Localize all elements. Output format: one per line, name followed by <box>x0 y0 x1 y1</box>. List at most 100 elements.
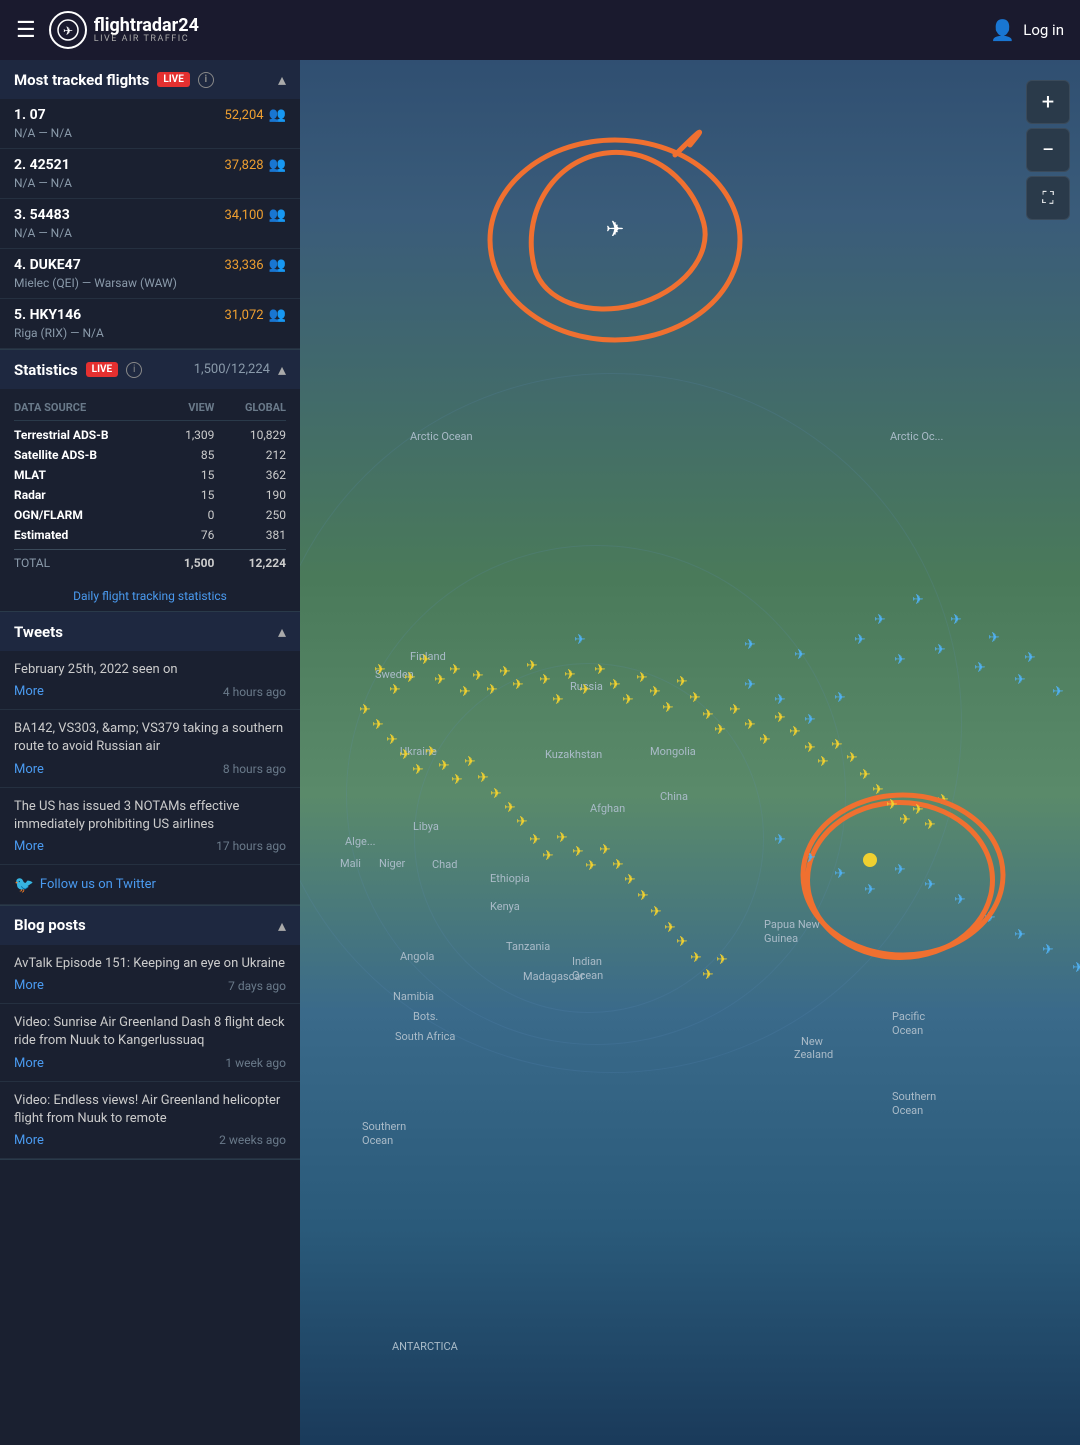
airplane-icon[interactable]: ✈ <box>774 710 786 726</box>
airplane-icon[interactable]: ✈ <box>486 682 498 698</box>
airplane-icon[interactable]: ✈ <box>937 792 949 808</box>
airplane-icon[interactable]: ✈ <box>872 782 884 798</box>
airplane-icon[interactable]: ✈ <box>924 817 936 833</box>
airplane-blue-icon[interactable]: ✈ <box>894 652 906 668</box>
airplane-icon[interactable]: ✈ <box>729 702 741 718</box>
airplane-icon[interactable]: ✈ <box>359 702 371 718</box>
airplane-blue-icon[interactable]: ✈ <box>804 850 816 866</box>
airplane-icon[interactable]: ✈ <box>539 672 551 688</box>
airplane-icon[interactable]: ✈ <box>846 750 858 766</box>
airplane-blue-far-icon[interactable]: ✈ <box>988 630 1000 646</box>
airplane-blue-icon[interactable]: ✈ <box>744 637 756 653</box>
airplane-icon[interactable]: ✈ <box>759 732 771 748</box>
airplane-icon[interactable]: ✈ <box>526 658 538 674</box>
blog-more-3[interactable]: More <box>14 1133 44 1148</box>
airplane-icon[interactable]: ✈ <box>817 754 829 770</box>
airplane-icon[interactable]: ✈ <box>374 662 386 678</box>
airplane-icon[interactable]: ✈ <box>542 848 554 864</box>
zoom-out-button[interactable]: − <box>1026 128 1070 172</box>
airplane-blue-icon[interactable]: ✈ <box>744 677 756 693</box>
airplane-blue-icon[interactable]: ✈ <box>854 632 866 648</box>
airplane-icon[interactable]: ✈ <box>529 832 541 848</box>
airplane-icon[interactable]: ✈ <box>676 674 688 690</box>
airplane-blue-icon[interactable]: ✈ <box>974 660 986 676</box>
flight-item-5[interactable]: 5. HKY146 31,072 👥 Riga (RIX) — N/A <box>0 299 300 349</box>
airplane-icon[interactable]: ✈ <box>886 797 898 813</box>
stats-link[interactable]: Daily flight tracking statistics <box>0 581 300 611</box>
airplane-blue-icon[interactable]: ✈ <box>1072 960 1080 976</box>
fullscreen-button[interactable]: ⛶ <box>1026 176 1070 220</box>
airplane-icon[interactable]: ✈ <box>585 858 597 874</box>
airplane-icon[interactable]: ✈ <box>637 888 649 904</box>
airplane-blue-icon[interactable]: ✈ <box>1014 672 1026 688</box>
airplane-icon[interactable]: ✈ <box>499 664 511 680</box>
airplane-blue-icon[interactable]: ✈ <box>834 690 846 706</box>
blog-more-2[interactable]: More <box>14 1056 44 1071</box>
airplane-icon[interactable]: ✈ <box>552 692 564 708</box>
airplane-icon[interactable]: ✈ <box>594 662 606 678</box>
airplane-blue-icon[interactable]: ✈ <box>774 692 786 708</box>
airplane-icon[interactable]: ✈ <box>789 724 801 740</box>
airplane-icon[interactable]: ✈ <box>399 747 411 763</box>
airplane-icon[interactable]: ✈ <box>612 857 624 873</box>
airplane-blue-far-icon[interactable]: ✈ <box>950 612 962 628</box>
airplane-icon[interactable]: ✈ <box>472 668 484 684</box>
airplane-icon[interactable]: ✈ <box>716 952 728 968</box>
airplane-icon[interactable]: ✈ <box>702 707 714 723</box>
airplane-blue-icon[interactable]: ✈ <box>924 877 936 893</box>
airplane-icon[interactable]: ✈ <box>624 872 636 888</box>
airplane-icon[interactable]: ✈ <box>425 744 437 760</box>
airplane-icon[interactable]: ✈ <box>564 667 576 683</box>
airplane-icon[interactable]: ✈ <box>419 652 431 668</box>
airplane-icon[interactable]: ✈ <box>804 740 816 756</box>
airplane-icon[interactable]: ✈ <box>899 812 911 828</box>
tweet-more-3[interactable]: More <box>14 839 44 854</box>
airplane-icon[interactable]: ✈ <box>609 677 621 693</box>
airplane-icon[interactable]: ✈ <box>599 842 611 858</box>
airplane-icon[interactable]: ✈ <box>676 934 688 950</box>
airplane-icon[interactable]: ✈ <box>516 814 528 830</box>
blog-more-1[interactable]: More <box>14 978 44 993</box>
airplane-icon[interactable]: ✈ <box>744 717 756 733</box>
info-icon[interactable]: i <box>198 72 214 88</box>
airplane-icon[interactable]: ✈ <box>702 967 714 983</box>
map-area[interactable]: 🔍 VIEW Map ▾ + − ⛶ Arctic Ocean Arctic O… <box>300 0 1080 1445</box>
airplane-blue-icon[interactable]: ✈ <box>574 632 586 648</box>
collapse-statistics[interactable]: ▴ <box>278 360 286 379</box>
airplane-blue-icon[interactable]: ✈ <box>834 866 846 882</box>
airplane-icon[interactable]: ✈ <box>690 950 702 966</box>
airplane-blue-icon[interactable]: ✈ <box>934 642 946 658</box>
flight-item-3[interactable]: 3. 54483 34,100 👥 N/A — N/A <box>0 199 300 249</box>
airplane-icon[interactable]: ✈ <box>504 800 516 816</box>
airplane-icon[interactable]: ✈ <box>650 904 662 920</box>
airplane-icon[interactable]: ✈ <box>912 802 924 818</box>
login-button[interactable]: Log in <box>1023 21 1064 39</box>
airplane-icon[interactable]: ✈ <box>372 717 384 733</box>
airplane-icon[interactable]: ✈ <box>662 700 674 716</box>
airplane-icon[interactable]: ✈ <box>622 692 634 708</box>
tweet-more-2[interactable]: More <box>14 762 44 777</box>
airplane-blue-far-icon[interactable]: ✈ <box>1024 650 1036 666</box>
airplane-icon[interactable]: ✈ <box>451 772 463 788</box>
featured-airplane-icon[interactable]: ✈ <box>606 218 624 243</box>
airplane-icon[interactable]: ✈ <box>831 737 843 753</box>
airplane-icon[interactable]: ✈ <box>490 786 502 802</box>
airplane-blue-far-icon[interactable]: ✈ <box>874 612 886 628</box>
airplane-icon[interactable]: ✈ <box>404 670 416 686</box>
airplane-icon[interactable]: ✈ <box>689 690 701 706</box>
airplane-blue-icon[interactable]: ✈ <box>1052 684 1064 700</box>
airplane-icon[interactable]: ✈ <box>579 682 591 698</box>
airplane-icon[interactable]: ✈ <box>412 762 424 778</box>
menu-icon[interactable]: ☰ <box>16 18 36 43</box>
airplane-blue-far-icon[interactable]: ✈ <box>912 592 924 608</box>
flight-item-1[interactable]: 1. 07 52,204 👥 N/A — N/A <box>0 99 300 149</box>
stats-info-icon[interactable]: i <box>126 362 142 378</box>
airplane-icon[interactable]: ✈ <box>449 662 461 678</box>
airplane-icon[interactable]: ✈ <box>477 770 489 786</box>
airplane-blue-icon[interactable]: ✈ <box>1042 942 1054 958</box>
airplane-icon[interactable]: ✈ <box>459 684 471 700</box>
airplane-icon[interactable]: ✈ <box>664 920 676 936</box>
airplane-icon[interactable]: ✈ <box>556 830 568 846</box>
airplane-icon[interactable]: ✈ <box>386 732 398 748</box>
airplane-blue-icon[interactable]: ✈ <box>774 832 786 848</box>
